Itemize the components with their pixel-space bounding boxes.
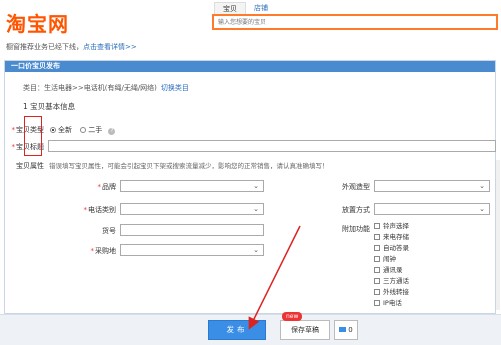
- scrollbar[interactable]: [496, 160, 500, 310]
- new-badge: new: [282, 312, 303, 321]
- tab-shop[interactable]: 店铺: [246, 2, 276, 14]
- placement-label: 放置方式: [342, 206, 370, 214]
- checkbox-auto-answer[interactable]: 自动答录: [374, 243, 494, 254]
- appearance-select[interactable]: ⌄: [374, 180, 490, 192]
- checkbox-ip-phone[interactable]: IP电话: [374, 298, 494, 309]
- item-number-input[interactable]: [120, 224, 264, 236]
- checkbox-transfer[interactable]: 外线转接: [374, 287, 494, 298]
- checkbox-three-way[interactable]: 三方通话: [374, 276, 494, 287]
- checkbox-caller-storage[interactable]: 来电存储: [374, 232, 494, 243]
- phone-type-select[interactable]: ⌄: [120, 203, 264, 215]
- checkbox-contacts[interactable]: 通讯录: [374, 265, 494, 276]
- item-title-input[interactable]: [48, 140, 496, 152]
- search-box: [212, 14, 498, 30]
- brand-label: *品牌: [97, 183, 117, 191]
- attr-label: 宝贝属性: [16, 162, 44, 170]
- chevron-down-icon: ⌄: [253, 246, 259, 254]
- appearance-label: 外观造型: [342, 183, 370, 191]
- search-tabs: 宝贝 店铺: [214, 2, 276, 14]
- purchase-place-label: *采购地: [90, 247, 117, 255]
- chevron-down-icon: ⌄: [479, 182, 485, 190]
- extra-features-label: 附加功能: [342, 225, 370, 233]
- attr-tip: 错误填写宝贝属性，可能会引起宝贝下架或搜索流量减少，影响您的正常销售，请认真准确…: [49, 162, 329, 170]
- item-number-label: 货号: [102, 227, 116, 235]
- extra-features-list: 铃声选择 来电存储 自动答录 闹钟 通讯录 三方通话 外线转接 IP电话: [374, 221, 494, 309]
- notice-text: 橱窗推荐业务已经下线，: [6, 43, 83, 51]
- notice-link[interactable]: 点击查看详情>>: [83, 43, 137, 51]
- help-icon[interactable]: ?: [108, 128, 116, 135]
- chevron-down-icon: ⌄: [253, 182, 259, 190]
- panel-title: 一口价宝贝发布: [5, 61, 495, 72]
- message-button[interactable]: 0: [334, 320, 358, 340]
- radio-new[interactable]: 全新: [50, 126, 72, 134]
- tab-baobei[interactable]: 宝贝: [214, 2, 246, 14]
- purchase-place-select[interactable]: ⌄: [120, 244, 264, 256]
- checkbox-alarm[interactable]: 闹钟: [374, 254, 494, 265]
- notice-bar: 橱窗推荐业务已经下线，点击查看详情>>: [6, 42, 137, 52]
- item-type-options: 全新 二手 ?: [50, 125, 116, 135]
- section-title: 1 宝贝基本信息: [23, 102, 76, 111]
- checkbox-ringtone[interactable]: 铃声选择: [374, 221, 494, 232]
- chevron-down-icon: ⌄: [479, 205, 485, 213]
- switch-category-link[interactable]: 切换类目: [161, 84, 189, 92]
- publish-button[interactable]: 发布: [208, 320, 266, 340]
- placement-select[interactable]: ⌄: [374, 203, 490, 215]
- taobao-logo[interactable]: 淘宝网: [6, 8, 69, 37]
- radio-used[interactable]: 二手: [80, 126, 102, 134]
- message-icon: [339, 327, 347, 332]
- category-line: 类目：生活电器>>电话机(有绳/无绳/网络) 切换类目: [23, 83, 189, 93]
- save-draft-button[interactable]: 保存草稿: [280, 320, 330, 340]
- annotation-box: [24, 116, 42, 156]
- phone-type-label: *电话类别: [83, 206, 117, 214]
- chevron-down-icon: ⌄: [253, 205, 259, 213]
- search-input[interactable]: [214, 16, 496, 28]
- brand-select[interactable]: ⌄: [120, 180, 264, 192]
- category-path: 类目：生活电器>>电话机(有绳/无绳/网络): [23, 84, 157, 92]
